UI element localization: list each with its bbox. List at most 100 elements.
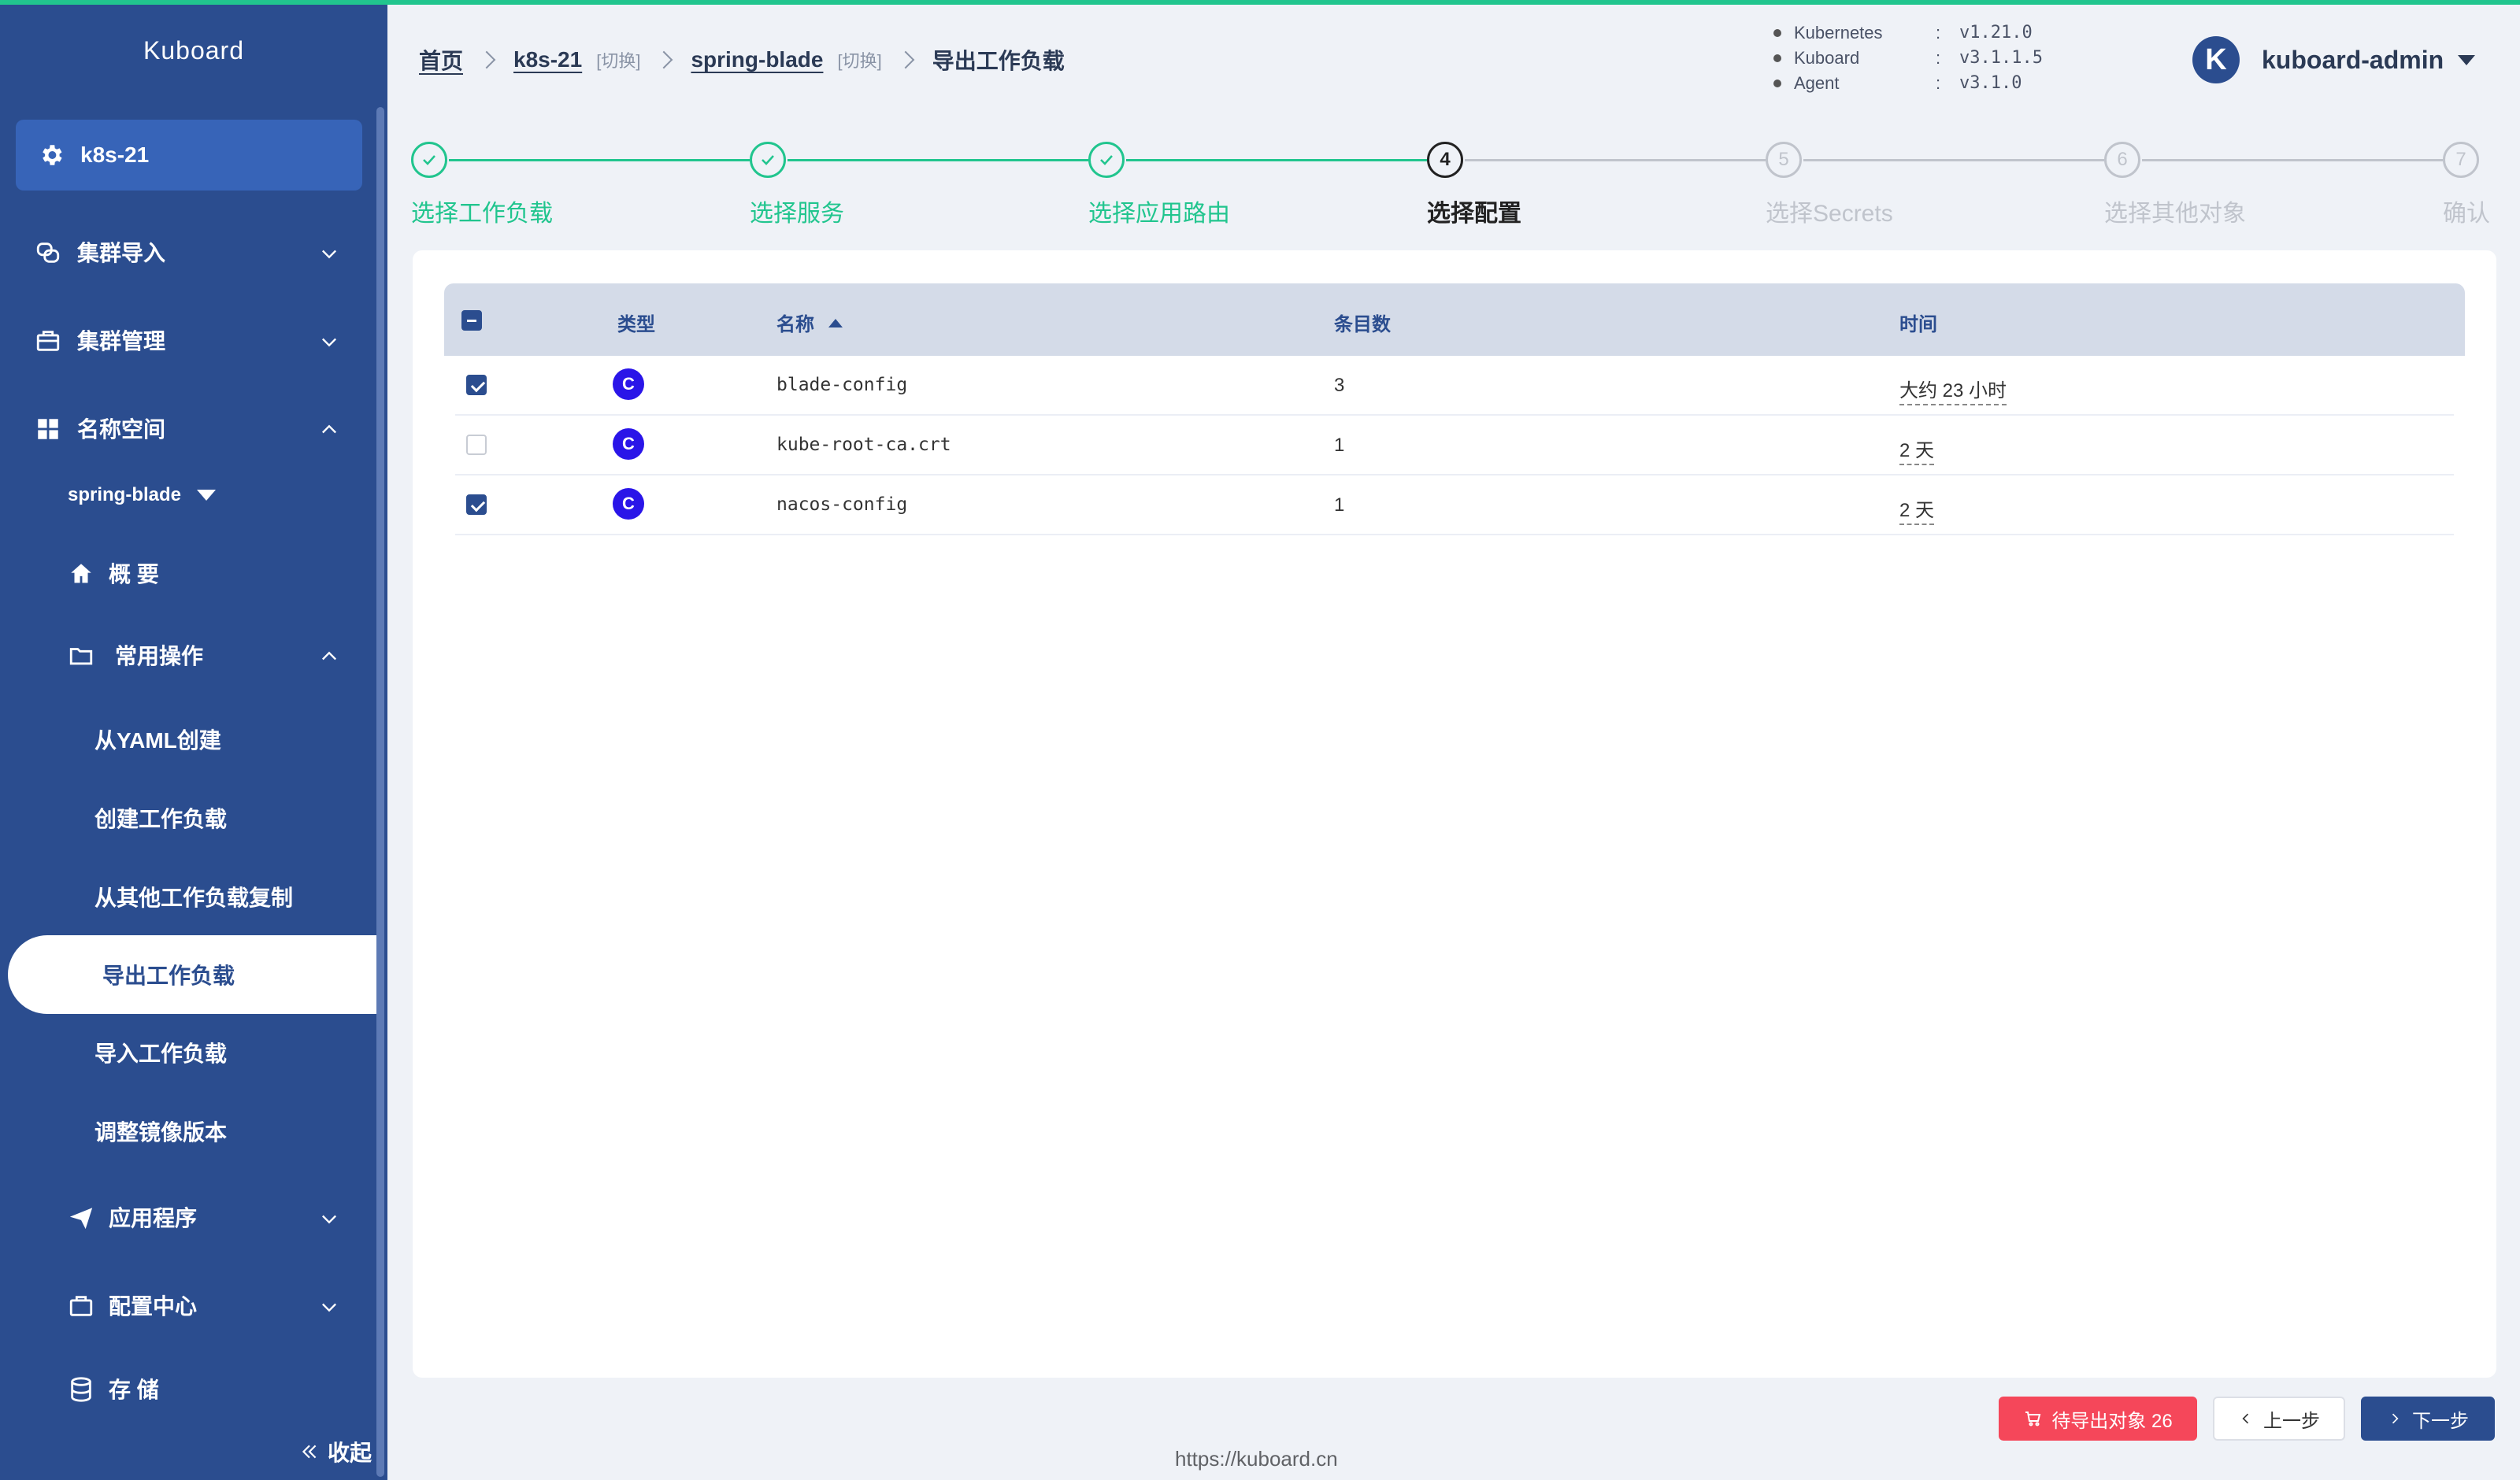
sidebar-item-overview[interactable]: 概 要 (0, 542, 370, 605)
select-all-checkbox[interactable] (461, 310, 482, 331)
chevron-right-icon (477, 50, 496, 69)
bullet-icon (1773, 54, 1781, 62)
chevron-up-icon (322, 424, 336, 434)
next-step-label: 下一步 (2412, 1410, 2469, 1432)
chevron-down-icon (322, 338, 336, 347)
user-menu[interactable]: K kuboard-admin (2192, 36, 2476, 83)
version-value: v1.21.0 (1959, 23, 2033, 43)
check-icon (750, 142, 786, 178)
sidebar-item-namespace[interactable]: 名称空间 (0, 397, 370, 460)
sidebar-scrollbar[interactable] (376, 107, 384, 1477)
top-accent-line (0, 0, 2520, 5)
breadcrumb-namespace[interactable]: spring-blade (691, 47, 823, 72)
row-name: nacos-config (776, 494, 908, 515)
version-row: Kubernetes: v1.21.0 (1773, 20, 2043, 46)
breadcrumb: 首页 k8s-21 [切换] spring-blade [切换] 导出工作负载 (419, 44, 1065, 76)
table-row[interactable]: C blade-config 3 大约 23 小时 (455, 356, 2454, 416)
footer-link[interactable]: https://kuboard.cn (1175, 1447, 1338, 1471)
step-title: 选择应用路由 (1088, 201, 1230, 227)
step-title: 确认 (2443, 201, 2490, 227)
sidebar-item-from-yaml[interactable]: 从YAML创建 (0, 712, 370, 767)
check-icon (411, 142, 447, 178)
grid-icon (38, 419, 58, 439)
sidebar-item-applications[interactable]: 应用程序 (0, 1186, 370, 1249)
sidebar-item-label: 应用程序 (109, 1206, 198, 1230)
pending-export-button[interactable]: 待导出对象 26 (1999, 1397, 2197, 1441)
step-title: 选择服务 (750, 201, 844, 227)
configmap-icon: C (613, 368, 644, 400)
breadcrumb-home[interactable]: 首页 (419, 44, 463, 76)
breadcrumb-namespace-switch[interactable]: [切换] (837, 47, 881, 72)
step-connector (1126, 159, 1427, 161)
version-name: Agent (1794, 73, 1840, 93)
database-icon (71, 1377, 91, 1402)
sidebar-item-label: 常用操作 (115, 644, 204, 668)
briefcase-icon (69, 1296, 93, 1316)
row-time: 大约 23 小时 (1899, 375, 2007, 405)
sidebar-item-export-workload[interactable]: 导出工作负载 (8, 935, 378, 1014)
cluster-name: k8s-21 (80, 142, 150, 167)
collapse-button[interactable]: 收起 (299, 1436, 372, 1467)
sidebar-item-copy-workload[interactable]: 从其他工作负载复制 (0, 869, 370, 924)
column-header-name[interactable]: 名称 (776, 309, 843, 336)
row-name: blade-config (776, 375, 908, 395)
step-title: 选择其他对象 (2104, 201, 2246, 227)
step-title: 选择工作负载 (411, 201, 553, 227)
table-row[interactable]: C nacos-config 1 2 天 (455, 475, 2454, 535)
username: kuboard-admin (2262, 45, 2444, 74)
next-step-button[interactable]: 下一步 (2361, 1397, 2495, 1441)
bullet-icon (1773, 29, 1781, 37)
avatar: K (2192, 36, 2240, 83)
sidebar-item-config-center[interactable]: 配置中心 (0, 1274, 370, 1337)
chevron-right-icon (655, 50, 673, 69)
row-time: 2 天 (1899, 494, 1935, 525)
step-connector (2142, 159, 2443, 161)
breadcrumb-current: 导出工作负载 (932, 49, 1065, 73)
step-number: 6 (2104, 142, 2140, 178)
sidebar-item-create-workload[interactable]: 创建工作负载 (0, 790, 370, 845)
row-checkbox[interactable] (466, 435, 487, 455)
row-checkbox[interactable] (466, 494, 487, 515)
sidebar: Kuboard k8s-21 集群导入 集群管理 名称空间 spring-bla… (0, 0, 387, 1480)
double-chevron-left-icon (302, 1445, 317, 1459)
paper-plane-icon (69, 1208, 93, 1230)
sidebar-item-adjust-image[interactable]: 调整镜像版本 (0, 1104, 370, 1159)
sidebar-item-cluster-import[interactable]: 集群导入 (0, 220, 370, 283)
table-row[interactable]: C kube-root-ca.crt 1 2 天 (455, 416, 2454, 475)
content-card: 类型 名称 条目数 时间 C blade-config 3 大约 23 小时 C… (413, 250, 2496, 1378)
link-icon (36, 242, 60, 263)
row-time: 2 天 (1899, 435, 1935, 465)
sidebar-item-cluster-manage[interactable]: 集群管理 (0, 309, 370, 372)
configmap-icon: C (613, 428, 644, 460)
row-count: 3 (1334, 375, 1345, 396)
namespace-selector[interactable]: spring-blade (68, 484, 217, 506)
step-connector (449, 159, 750, 161)
folder-icon (69, 648, 93, 665)
chevron-down-icon (322, 250, 336, 259)
cart-icon (2025, 1412, 2041, 1426)
prev-step-button[interactable]: 上一步 (2213, 1397, 2345, 1441)
prev-step-label: 上一步 (2263, 1410, 2320, 1432)
collapse-label: 收起 (328, 1441, 372, 1465)
breadcrumb-cluster-switch[interactable]: [切换] (596, 47, 640, 72)
chevron-up-icon (322, 651, 336, 660)
bullet-icon (1773, 80, 1781, 87)
chevron-right-icon (2392, 1413, 2399, 1424)
breadcrumb-cluster[interactable]: k8s-21 (513, 47, 582, 72)
cluster-selector[interactable]: k8s-21 (16, 120, 362, 191)
export-steps: 选择工作负载 选择服务 选择应用路由 4 选择配置 5 选择Secrets 6 … (411, 142, 2503, 236)
version-info: Kubernetes: v1.21.0 Kuboard: v3.1.1.5 Agen… (1773, 20, 2043, 96)
version-row: Agent: v3.1.0 (1773, 71, 2043, 96)
sort-ascending-icon[interactable] (828, 319, 843, 327)
step-number: 4 (1427, 142, 1463, 178)
sidebar-item-label: 名称空间 (77, 417, 166, 442)
row-count: 1 (1334, 494, 1345, 516)
gear-icon (43, 145, 62, 165)
configmap-table: 类型 名称 条目数 时间 C blade-config 3 大约 23 小时 C… (444, 283, 2465, 535)
sidebar-item-common-ops[interactable]: 常用操作 (0, 623, 370, 686)
sidebar-item-storage[interactable]: 存 储 (0, 1357, 370, 1420)
brand-logo[interactable]: Kuboard (0, 36, 387, 65)
step-number: 7 (2443, 142, 2479, 178)
sidebar-item-import-workload[interactable]: 导入工作负载 (0, 1025, 370, 1080)
row-checkbox[interactable] (466, 375, 487, 395)
